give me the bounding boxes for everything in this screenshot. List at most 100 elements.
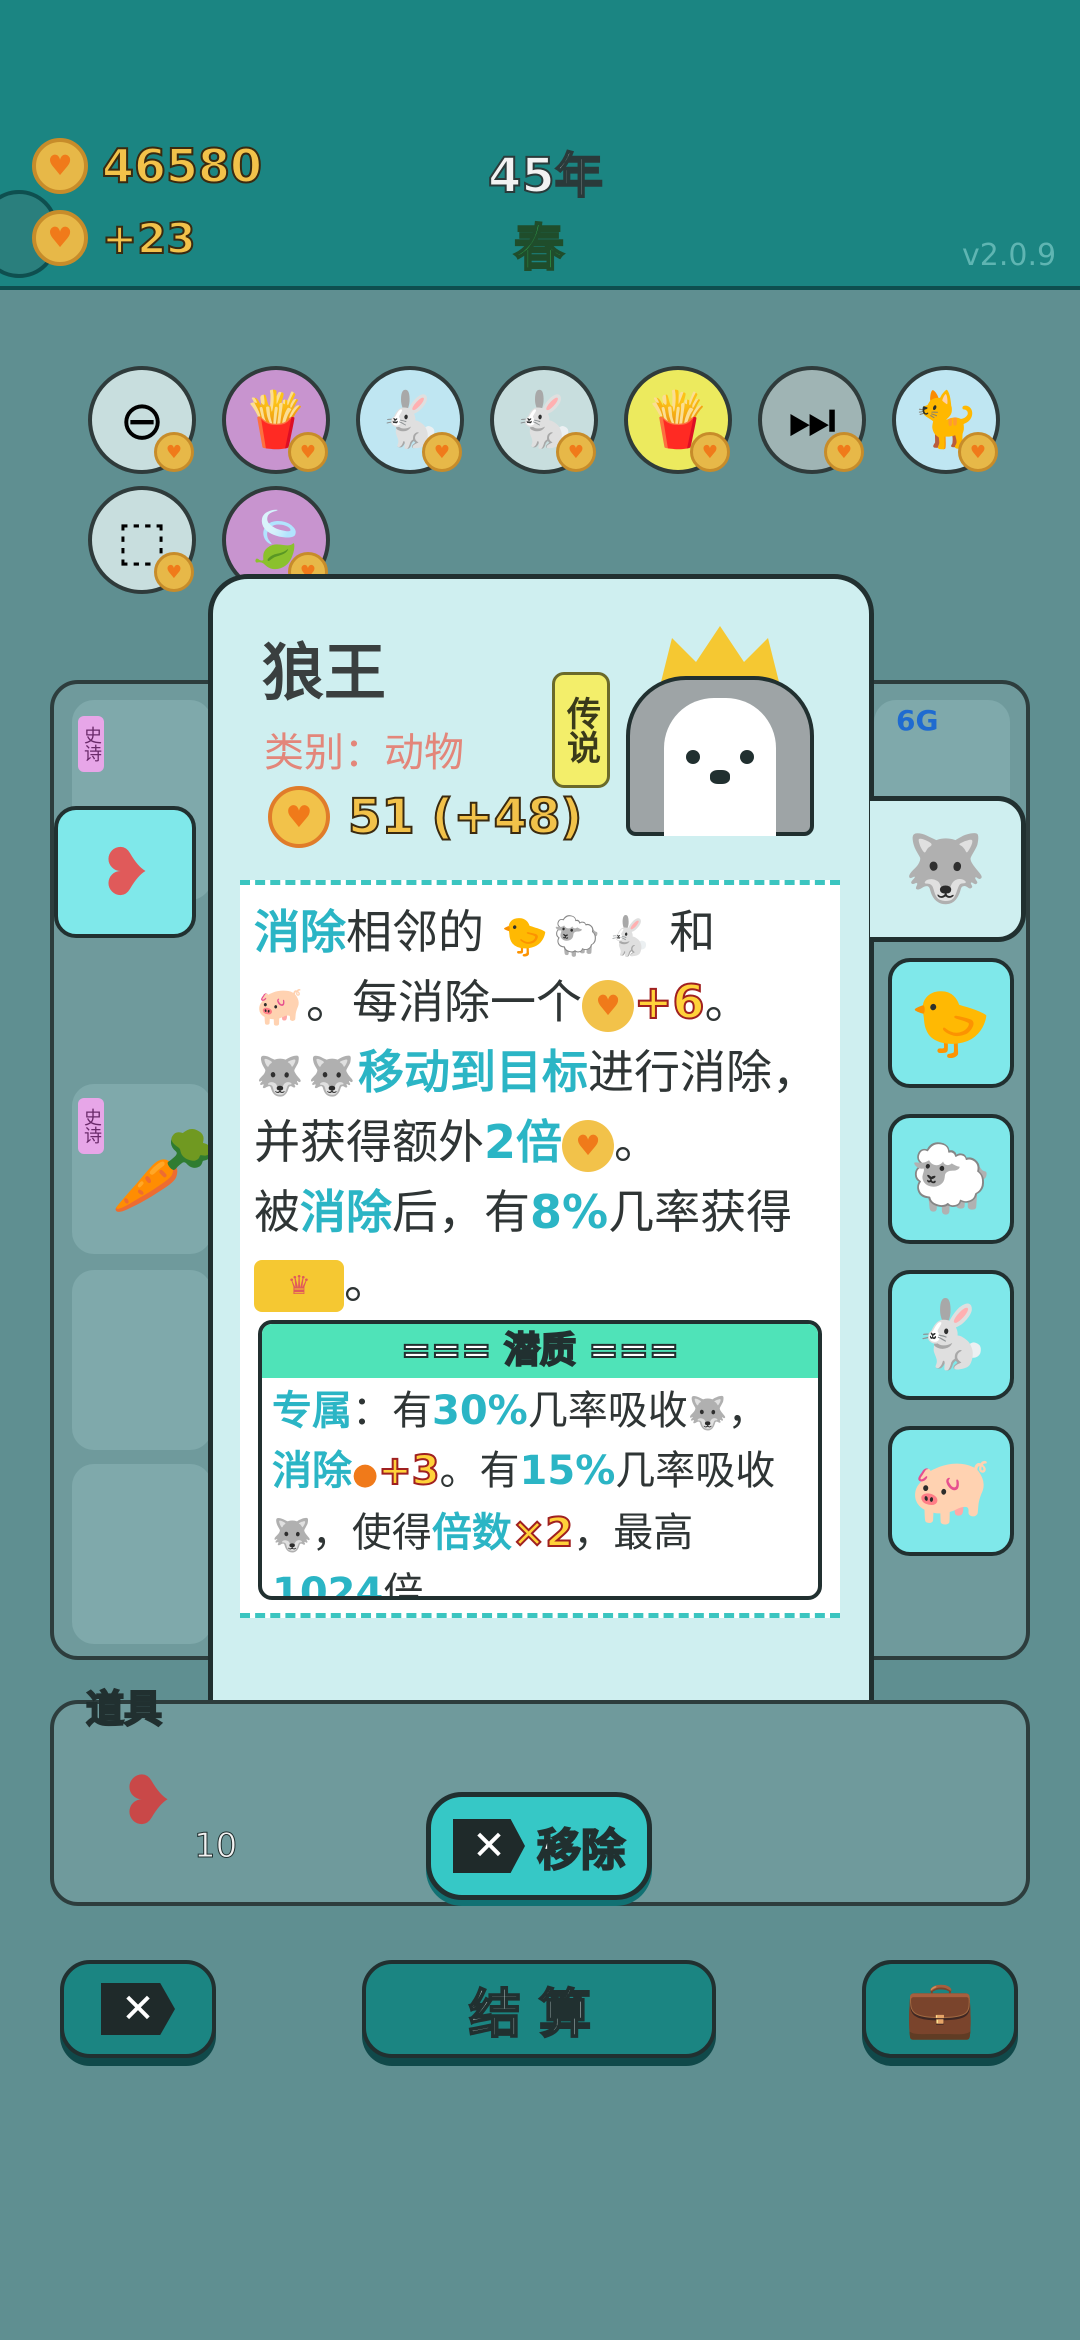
season-label: 春 — [513, 218, 565, 278]
trait-header: === 潜质 === — [262, 1324, 818, 1378]
trait-text-part: 几率吸收 — [615, 1448, 776, 1494]
card-title: 狼王 — [262, 636, 387, 709]
coin-bonus: +3 — [377, 1447, 440, 1495]
trait-text-part: ，使得 — [311, 1510, 432, 1556]
trait-text-part: 倍。 — [383, 1570, 464, 1600]
relic-slot[interactable]: 🍟 ♥ — [624, 366, 732, 474]
desc-text: 和 — [669, 905, 716, 959]
relic-slot[interactable]: ⬚ ♥ — [88, 486, 196, 594]
close-icon: ✕ — [101, 1983, 175, 2035]
desc-text: 被 — [254, 1185, 300, 1239]
settle-label: 结算 — [468, 1984, 609, 2046]
coin-icon: ♥ — [32, 138, 88, 194]
remove-label: 移除 — [536, 1824, 626, 1877]
neighbor-card[interactable]: 🐤 — [888, 958, 1014, 1088]
rarity-tag: 史诗 — [78, 1098, 104, 1154]
relic-slot[interactable]: 🍟 ♥ — [222, 366, 330, 474]
wolf-icon: 🐺 — [687, 1394, 728, 1432]
coin-icon: ♥ — [32, 210, 88, 266]
pig-icon: 🐖 — [909, 1452, 993, 1529]
wolf-icon: 🐺 — [308, 1053, 356, 1098]
liver-icon: ❥ — [97, 833, 153, 911]
sheep-icon: 🐑 — [552, 913, 601, 958]
coin-counter: ♥ 46580 — [32, 138, 263, 194]
relic-slot[interactable]: 🐈 ♥ — [892, 366, 1000, 474]
trait-text-part: ，最高 — [573, 1510, 694, 1556]
carrot-icon: 🥕 — [110, 1121, 218, 1221]
desc-text: 后，有 — [392, 1185, 530, 1239]
neighbor-card[interactable]: 🐑 — [888, 1114, 1014, 1244]
rarity-tag: 史诗 — [78, 716, 104, 772]
item-count: 10 — [193, 1826, 238, 1867]
network-label: 6G — [896, 704, 939, 737]
props-title: 道具 — [85, 1686, 163, 1732]
keyword-eliminate: 消除 — [272, 1448, 352, 1494]
coin-bonus: +6 — [633, 974, 706, 1030]
remove-button[interactable]: ✕ 移除 — [426, 1792, 652, 1900]
selected-item-card[interactable]: ❥ — [54, 806, 196, 938]
chick-icon: 🐤 — [909, 984, 993, 1061]
discard-button[interactable]: ✕ — [60, 1960, 216, 2058]
rarity-badge: 传说 — [552, 672, 610, 788]
board-cell[interactable] — [72, 1464, 212, 1644]
card-value: ♥ 51 (+48) — [268, 786, 583, 848]
trait-text-part: 几率吸收 — [527, 1388, 688, 1434]
coin-icon: ♥ — [268, 786, 330, 848]
trait-text-part: ， — [727, 1388, 768, 1434]
keyword-eliminate: 消除 — [300, 1185, 392, 1239]
coin-icon: ♥ — [154, 432, 194, 472]
trait-text-part: ：有 — [352, 1388, 432, 1434]
desc-text: 相邻的 — [346, 905, 484, 959]
chick-icon: 🐤 — [500, 913, 549, 958]
multiplier-value: ×2 — [511, 1509, 574, 1557]
pig-icon: 🐖 — [256, 983, 304, 1028]
coin-icon: ♥ — [690, 432, 730, 472]
version-label: v2.0.9 — [962, 238, 1057, 273]
relic-slot[interactable]: ⊖ ♥ — [88, 366, 196, 474]
settle-button[interactable]: 结算 — [362, 1960, 716, 2058]
relic-slot[interactable]: 🐇 ♥ — [490, 366, 598, 474]
coin-icon: ● — [352, 1457, 379, 1492]
coin-icon: ♥ — [958, 432, 998, 472]
briefcase-icon: 💼 — [905, 1977, 975, 2042]
desc-text: 几率获得 — [608, 1185, 793, 1239]
keyword-move: 移动到目标 — [358, 1045, 588, 1099]
trait-text-part: 。有 — [439, 1448, 520, 1494]
keyword-chance: 15% — [519, 1448, 616, 1494]
neighbor-card[interactable]: 🐖 — [888, 1426, 1014, 1556]
keyword-double: 2倍 — [484, 1115, 563, 1169]
income-counter: ♥ +23 — [32, 210, 197, 266]
current-animal-tab[interactable]: 🐺 — [870, 796, 1026, 942]
board-cell[interactable] — [72, 1270, 212, 1450]
desc-text: 。 — [614, 1115, 661, 1169]
rabbit-icon: 🐇 — [604, 913, 653, 958]
desc-text: 。 — [704, 975, 751, 1029]
desc-text: 。 — [344, 1255, 390, 1309]
crown-icon: ♛ — [254, 1259, 344, 1312]
coin-icon: ♥ — [556, 432, 596, 472]
keyword-chance: 8% — [530, 1185, 609, 1239]
coin-icon: ♥ — [154, 552, 194, 592]
trait-text: 专属：有30%几率吸收🐺， 消除●+3。有15%几率吸收 ，使得🐺，使得倍数×2… — [262, 1378, 818, 1600]
relic-slot[interactable]: 🐇 ♥ — [356, 366, 464, 474]
card-category: 类别：动物 — [264, 730, 464, 776]
wolf-king-icon: 🐺 — [272, 1516, 312, 1554]
close-icon: ✕ — [453, 1819, 525, 1873]
year-label: 45年 — [487, 147, 604, 205]
max-multiplier: 1024 — [272, 1570, 384, 1600]
sheep-icon: 🐑 — [909, 1140, 993, 1217]
neighbor-card[interactable]: 🐇 — [888, 1270, 1014, 1400]
wolf-king-portrait — [620, 626, 820, 836]
keyword-eliminate: 消除 — [254, 905, 346, 959]
keyword-chance: 30% — [432, 1388, 528, 1434]
inventory-button[interactable]: 💼 — [862, 1960, 1018, 2058]
trait-box: === 潜质 === 专属：有30%几率吸收🐺， 消除●+3。有15%几率吸收 … — [258, 1320, 822, 1600]
relic-slot[interactable]: ⏭ ♥ — [758, 366, 866, 474]
liver-item[interactable]: ❥ — [118, 1762, 175, 1841]
rabbit-icon: 🐇 — [909, 1296, 993, 1373]
keyword-exclusive: 专属 — [272, 1388, 352, 1434]
coin-icon: ♥ — [288, 432, 328, 472]
coin-icon: ♥ — [824, 432, 864, 472]
keyword-multiplier: 倍数 — [431, 1510, 512, 1556]
coin-icon: ♥ — [582, 979, 634, 1032]
